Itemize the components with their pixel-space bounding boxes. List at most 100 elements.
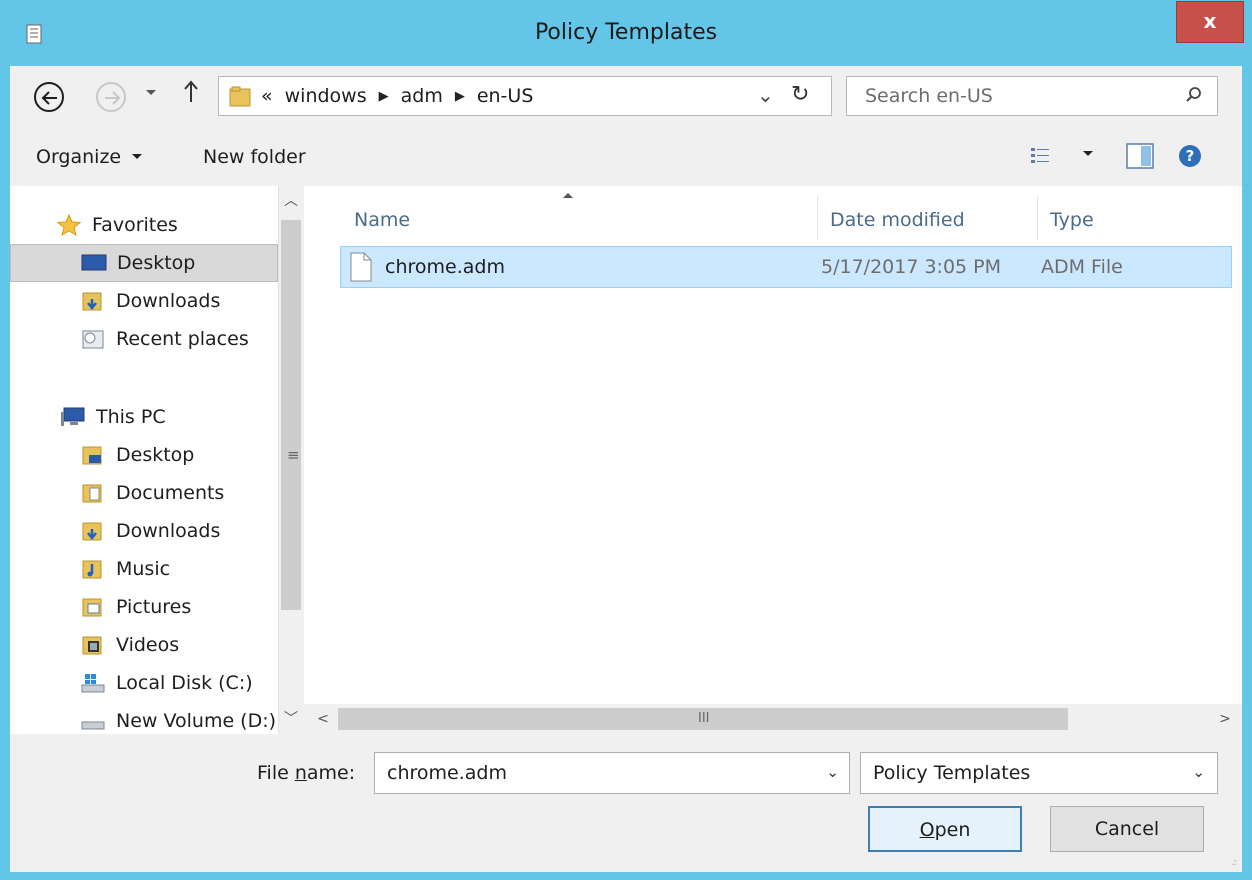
file-name-input[interactable]: chrome.adm ⌄ bbox=[374, 752, 850, 794]
breadcrumb-overflow[interactable]: « bbox=[261, 85, 273, 107]
sidebar-header-this-pc[interactable]: This PC bbox=[10, 398, 278, 436]
sidebar-item-label: Documents bbox=[116, 482, 225, 504]
search-input[interactable]: Search en-US bbox=[846, 76, 1218, 116]
pictures-icon bbox=[80, 595, 106, 619]
back-button[interactable] bbox=[34, 82, 64, 112]
column-header-date-modified[interactable]: Date modified bbox=[830, 202, 965, 238]
computer-icon bbox=[60, 405, 86, 429]
close-button[interactable]: x bbox=[1176, 1, 1244, 43]
sidebar-item-label: Downloads bbox=[116, 290, 221, 312]
open-button-label: pen bbox=[934, 819, 971, 841]
sidebar-item-label: Pictures bbox=[116, 596, 192, 618]
file-name-label-suffix: ame: bbox=[306, 762, 356, 784]
sidebar-header-label: This PC bbox=[96, 406, 166, 428]
sidebar-item-downloads[interactable]: Downloads bbox=[10, 282, 278, 320]
open-button[interactable]: Open bbox=[868, 806, 1022, 852]
file-row[interactable]: chrome.adm 5/17/2017 3:05 PM ADM File bbox=[340, 246, 1232, 288]
sidebar-item-documents[interactable]: Documents bbox=[10, 474, 278, 512]
file-name-label-accelerator: n bbox=[294, 762, 307, 784]
view-options-dropdown-icon[interactable] bbox=[1082, 150, 1094, 158]
dialog-client-area: « windows ▶ adm ▶ en-US ⌄ ↻ Search en-US… bbox=[10, 66, 1242, 872]
title-bar[interactable]: Policy Templates x bbox=[0, 0, 1252, 70]
forward-button[interactable] bbox=[96, 82, 126, 112]
folder-icon bbox=[229, 86, 251, 107]
sidebar-header-label: Favorites bbox=[92, 214, 178, 236]
file-list-horizontal-scrollbar[interactable]: < III > bbox=[304, 704, 1242, 734]
svg-text:?: ? bbox=[1186, 147, 1195, 165]
sidebar-header-favorites[interactable]: Favorites bbox=[10, 206, 278, 244]
sort-ascending-icon bbox=[563, 193, 573, 198]
sidebar-item-new-volume[interactable]: New Volume (D:) bbox=[10, 702, 278, 734]
preview-pane-icon[interactable] bbox=[1126, 143, 1154, 169]
breadcrumb-segment-adm[interactable]: adm bbox=[401, 85, 443, 107]
music-icon bbox=[80, 557, 106, 581]
desktop-icon bbox=[81, 251, 107, 275]
breadcrumb-segment-windows[interactable]: windows bbox=[285, 85, 367, 107]
new-folder-button[interactable]: New folder bbox=[203, 146, 306, 168]
file-name: chrome.adm bbox=[385, 256, 505, 278]
help-icon[interactable]: ? bbox=[1178, 144, 1202, 168]
sidebar-item-pictures[interactable]: Pictures bbox=[10, 588, 278, 626]
sidebar-item-label: Desktop bbox=[116, 444, 195, 466]
organize-label: Organize bbox=[36, 146, 122, 168]
drive-icon bbox=[80, 709, 106, 733]
scrollbar-thumb[interactable]: ≡ bbox=[281, 220, 301, 610]
change-view-icon[interactable] bbox=[1030, 146, 1050, 164]
file-type-filter-value: Policy Templates bbox=[873, 762, 1031, 784]
organize-button[interactable]: Organize bbox=[36, 146, 143, 168]
sidebar-item-desktop[interactable]: Desktop bbox=[10, 244, 278, 282]
sidebar-item-recent-places[interactable]: Recent places bbox=[10, 320, 278, 358]
refresh-icon[interactable]: ↻ bbox=[791, 82, 809, 107]
column-header-type[interactable]: Type bbox=[1050, 202, 1094, 238]
scroll-down-icon[interactable]: ﹀ bbox=[279, 704, 302, 734]
scroll-left-icon[interactable]: < bbox=[312, 708, 334, 730]
sidebar-item-label: Downloads bbox=[116, 520, 221, 542]
address-dropdown-icon[interactable]: ⌄ bbox=[757, 83, 774, 107]
file-type-filter-select[interactable]: Policy Templates ⌄ bbox=[860, 752, 1218, 794]
file-name-value: chrome.adm bbox=[387, 762, 507, 784]
cancel-button[interactable]: Cancel bbox=[1050, 806, 1204, 852]
search-icon[interactable] bbox=[1185, 86, 1203, 104]
downloads-icon bbox=[80, 289, 106, 313]
documents-icon bbox=[80, 481, 106, 505]
sidebar-item-videos[interactable]: Videos bbox=[10, 626, 278, 664]
recent-locations-dropdown-icon[interactable] bbox=[145, 89, 157, 97]
resize-grip-icon[interactable]: .: bbox=[1231, 857, 1236, 868]
scroll-right-icon[interactable]: > bbox=[1214, 708, 1236, 730]
breadcrumb-chevron-icon[interactable]: ▶ bbox=[455, 89, 465, 104]
breadcrumb-segment-en-us[interactable]: en-US bbox=[477, 85, 534, 107]
dialog-window: Policy Templates x « windows ▶ adm ▶ en-… bbox=[0, 0, 1252, 880]
sidebar-item-local-disk[interactable]: Local Disk (C:) bbox=[10, 664, 278, 702]
open-button-accelerator: O bbox=[919, 819, 935, 841]
scroll-up-icon[interactable]: ︿ bbox=[279, 186, 302, 216]
scrollbar-thumb[interactable]: III bbox=[338, 708, 1068, 730]
column-divider[interactable] bbox=[1037, 196, 1038, 240]
command-bar: Organize New folder ? bbox=[10, 130, 1242, 186]
recent-places-icon bbox=[80, 327, 106, 351]
scroll-grip-icon: III bbox=[698, 711, 710, 726]
star-icon bbox=[56, 213, 82, 237]
back-arrow-icon bbox=[41, 91, 57, 105]
file-date-modified: 5/17/2017 3:05 PM bbox=[821, 256, 1002, 278]
sidebar-item-downloads[interactable]: Downloads bbox=[10, 512, 278, 550]
sidebar-item-label: New Volume (D:) bbox=[116, 710, 277, 732]
videos-icon bbox=[80, 633, 106, 657]
file-name-label: File name: bbox=[257, 762, 355, 784]
sidebar-item-label: Local Disk (C:) bbox=[116, 672, 253, 694]
column-divider[interactable] bbox=[817, 196, 818, 240]
sidebar-item-music[interactable]: Music bbox=[10, 550, 278, 588]
up-arrow-icon[interactable] bbox=[184, 80, 198, 104]
sidebar-item-label: Desktop bbox=[117, 252, 196, 274]
chevron-down-icon[interactable]: ⌄ bbox=[826, 763, 839, 781]
address-bar[interactable]: « windows ▶ adm ▶ en-US ⌄ ↻ bbox=[218, 76, 832, 116]
local-disk-icon bbox=[80, 671, 106, 695]
sidebar-item-desktop[interactable]: Desktop bbox=[10, 436, 278, 474]
navigation-pane-scrollbar[interactable]: ︿ ≡ ﹀ bbox=[278, 186, 302, 734]
breadcrumb-chevron-icon[interactable]: ▶ bbox=[379, 89, 389, 104]
desktop-folder-icon bbox=[80, 443, 106, 467]
search-placeholder: Search en-US bbox=[865, 85, 993, 107]
chevron-down-icon[interactable]: ⌄ bbox=[1192, 763, 1205, 781]
file-type: ADM File bbox=[1041, 256, 1123, 278]
file-name-label-prefix: File bbox=[257, 762, 295, 784]
column-header-name[interactable]: Name bbox=[354, 202, 410, 238]
